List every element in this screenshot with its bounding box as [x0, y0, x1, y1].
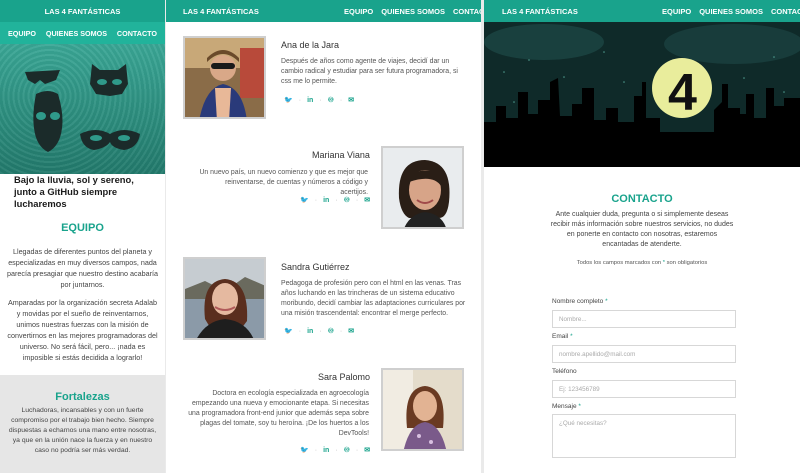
hood-mask-icon: [33, 91, 63, 152]
member-bio: Un nuevo país, un nuevo comienzo y que e…: [199, 169, 368, 196]
twitter-icon[interactable]: 🐦: [300, 196, 309, 204]
equipo-paragraph-1: Llegadas de diferentes puntos del planet…: [6, 247, 159, 289]
mobile-header: LAS 4 FANTÁSTICAS: [0, 0, 165, 22]
twitter-icon[interactable]: 🐦: [284, 96, 293, 104]
github-icon[interactable]: ♾: [344, 446, 350, 454]
avatar-mariana: [381, 146, 464, 229]
email-icon[interactable]: ✉: [348, 96, 354, 104]
required-asterisk: *: [662, 260, 666, 266]
email-icon[interactable]: ✉: [364, 196, 370, 204]
contacto-intro: Ante cualquier duda, pregunta o si simpl…: [550, 211, 734, 248]
masks-illustration: [25, 64, 140, 152]
city-hero-image: 4: [484, 22, 800, 167]
label-email: Email *: [552, 333, 573, 340]
brand-logo[interactable]: LAS 4 FANTÁSTICAS: [502, 7, 578, 16]
nav-equipo[interactable]: EQUIPO: [8, 29, 36, 38]
social-links: 🐦 · in · ♾ · ✉: [300, 196, 371, 205]
required-note-after: son obligatorios: [666, 260, 708, 266]
email-icon[interactable]: ✉: [364, 446, 370, 454]
linkedin-icon[interactable]: in: [323, 447, 329, 454]
contacto-title: CONTACTO: [611, 193, 673, 205]
required-note: Todos los campos marcados con * son obli…: [484, 260, 800, 266]
member-bio: Después de años como agente de viajes, d…: [281, 58, 458, 85]
social-links: 🐦 · in · ♾ · ✉: [284, 327, 355, 336]
fortalezas-title: Fortalezas: [55, 391, 110, 403]
equipo-paragraph-2: Amparadas por la organización secreta Ad…: [7, 298, 158, 362]
email-icon[interactable]: ✉: [348, 327, 354, 335]
mobile-nav: EQUIPO QUIENES SOMOS CONTACTO: [0, 22, 165, 44]
linkedin-icon[interactable]: in: [307, 328, 313, 335]
avatar-sara: [381, 368, 464, 451]
linkedin-icon[interactable]: in: [307, 97, 313, 104]
github-icon[interactable]: ♾: [328, 327, 334, 335]
hero-caption: Bajo la lluvia, sol y sereno, junto a Gi…: [14, 174, 134, 209]
member-name: Ana de la Jara: [281, 40, 340, 50]
mobile-view: LAS 4 FANTÁSTICAS EQUIPO QUIENES SOMOS C…: [0, 0, 165, 473]
social-links: 🐦 · in · ♾ · ✉: [300, 446, 371, 455]
cat-mask-icon: [90, 64, 128, 96]
fortalezas-text: Luchadoras, incansables y con un fuerte …: [8, 407, 157, 454]
hero-number-badge: 4: [668, 64, 697, 122]
nav-contacto[interactable]: CONTACTO: [771, 7, 800, 16]
twitter-icon[interactable]: 🐦: [300, 446, 309, 454]
nombre-input[interactable]: Nombre...: [552, 310, 736, 328]
avatar-sandra: [183, 257, 266, 340]
page: LAS 4 FANTÁSTICAS EQUIPO QUIENES SOMOS C…: [0, 0, 800, 473]
contact-view: LAS 4 FANTÁSTICAS EQUIPO QUIENES SOMOS C…: [484, 0, 800, 473]
telefono-input[interactable]: Ej: 123456789: [552, 380, 736, 398]
nav-equipo[interactable]: EQUIPO: [662, 7, 691, 16]
member-name: Mariana Viana: [312, 150, 370, 160]
avatar-ana: [183, 36, 266, 119]
team-header: LAS 4 FANTÁSTICAS EQUIPO QUIENES SOMOS C…: [166, 0, 481, 22]
fortalezas-box: Fortalezas Luchadoras, incansables y con…: [0, 375, 165, 473]
member-bio: Pedagoga de profesión pero con el html e…: [281, 280, 466, 317]
nav-equipo[interactable]: EQUIPO: [344, 7, 373, 16]
nav-contacto[interactable]: CONTACTO: [117, 29, 157, 38]
member-bio: Doctora en ecología especializada en agr…: [188, 390, 369, 437]
mask-icon: [25, 70, 60, 84]
mensaje-textarea[interactable]: ¿Qué necesitas?: [552, 414, 736, 458]
hero-masks-image: [0, 44, 165, 174]
twitter-icon[interactable]: 🐦: [284, 327, 293, 335]
github-icon[interactable]: ♾: [344, 196, 350, 204]
brand-logo[interactable]: LAS 4 FANTÁSTICAS: [183, 7, 259, 16]
social-links: 🐦 · in · ♾ · ✉: [284, 96, 355, 105]
required-note-before: Todos los campos marcados con: [576, 260, 662, 266]
nav-contacto[interactable]: CONTACTO: [453, 7, 481, 16]
brand-logo[interactable]: LAS 4 FANTÁSTICAS: [45, 7, 121, 16]
nav-quienes-somos[interactable]: QUIENES SOMOS: [381, 7, 445, 16]
eye-mask-icon: [80, 130, 140, 150]
label-telefono: Teléfono: [552, 368, 577, 375]
equipo-title: EQUIPO: [61, 222, 104, 234]
contact-header: LAS 4 FANTÁSTICAS EQUIPO QUIENES SOMOS C…: [484, 0, 800, 22]
linkedin-icon[interactable]: in: [323, 197, 329, 204]
nav-quienes-somos[interactable]: QUIENES SOMOS: [699, 7, 763, 16]
label-mensaje: Mensaje *: [552, 403, 581, 410]
nav-quienes-somos[interactable]: QUIENES SOMOS: [46, 29, 107, 38]
github-icon[interactable]: ♾: [328, 96, 334, 104]
team-view: LAS 4 FANTÁSTICAS EQUIPO QUIENES SOMOS C…: [166, 0, 481, 473]
label-nombre: Nombre completo *: [552, 298, 608, 305]
member-name: Sandra Gutiérrez: [281, 262, 350, 272]
member-name: Sara Palomo: [318, 372, 371, 382]
email-field[interactable]: nombre.apellido@mail.com: [552, 345, 736, 363]
